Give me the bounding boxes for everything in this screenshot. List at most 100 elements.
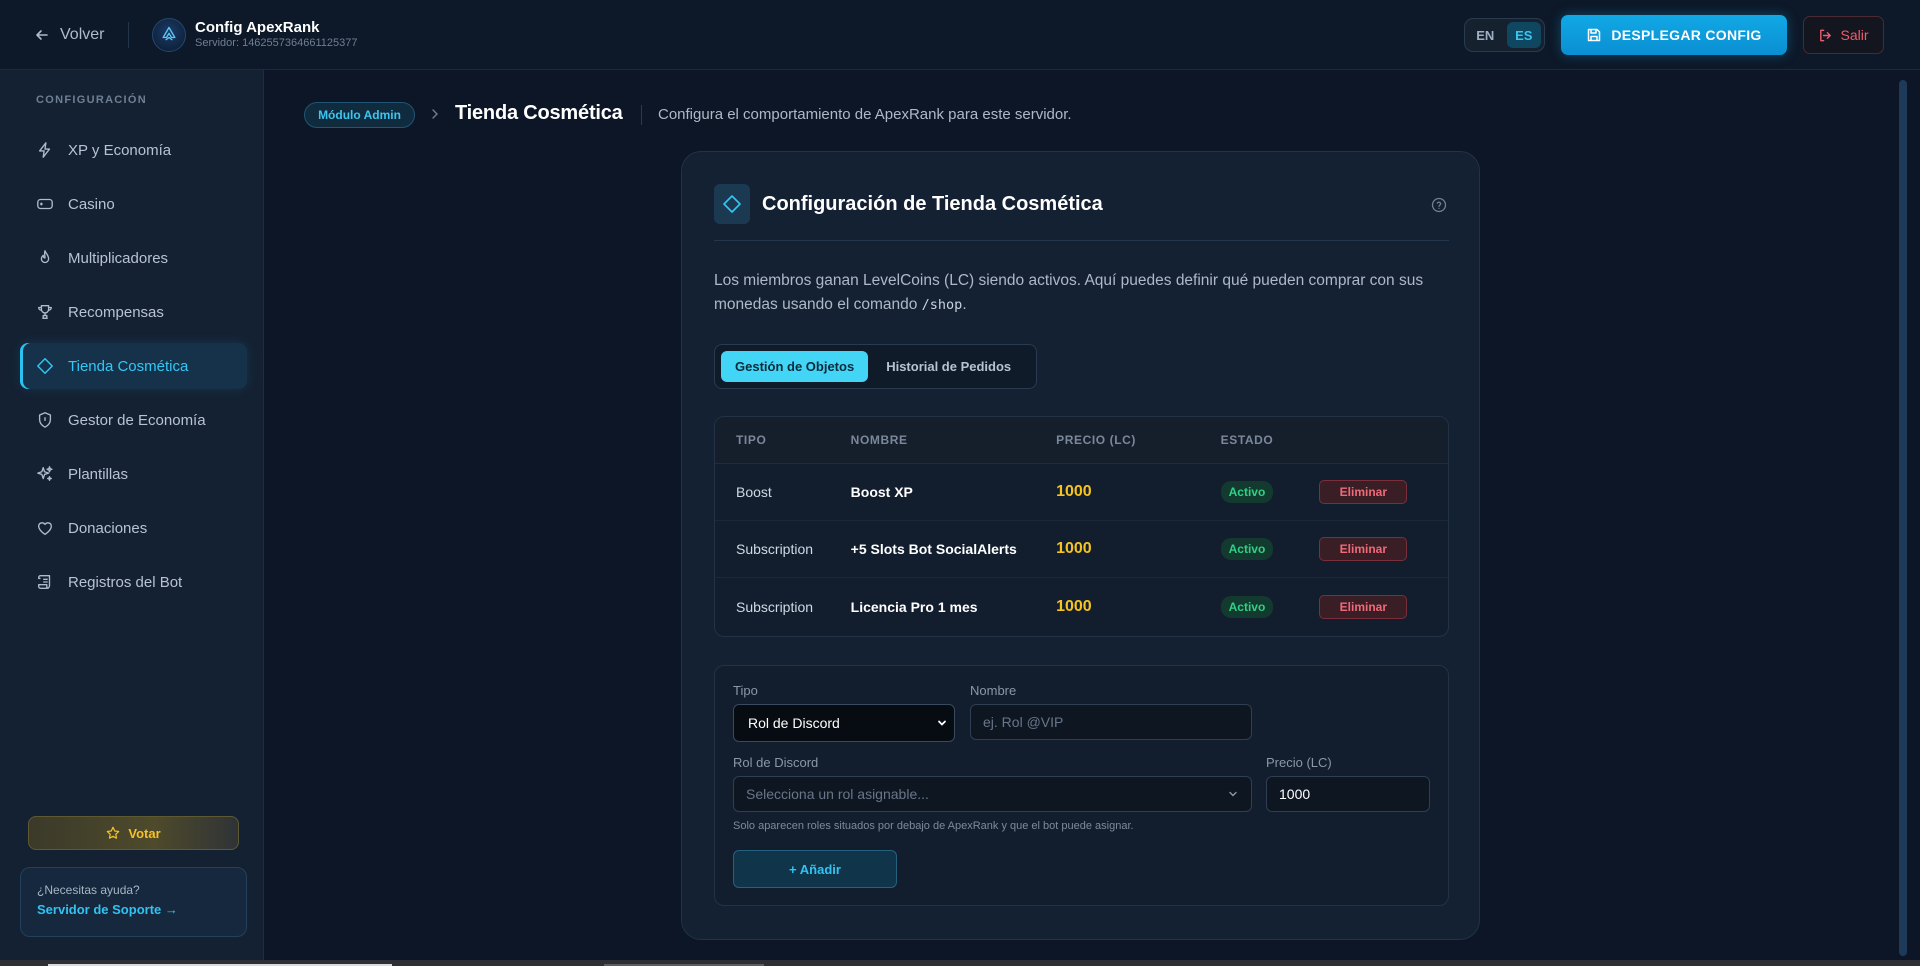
- item-type: Subscription: [736, 598, 814, 615]
- role-hint: Solo aparecen roles situados por debajo …: [733, 820, 1134, 832]
- scrollbar-thumb[interactable]: [1899, 80, 1907, 956]
- item-type: Boost: [736, 484, 772, 500]
- add-item-button[interactable]: + Añadir: [733, 850, 897, 888]
- name-input[interactable]: ej. Rol @VIP: [970, 704, 1252, 740]
- role-select[interactable]: Selecciona un rol asignable...: [733, 776, 1252, 812]
- diamond-icon: [714, 184, 750, 224]
- role-select-placeholder: Selecciona un rol asignable...: [746, 786, 929, 802]
- help-question: ¿Necesitas ayuda?: [37, 883, 140, 897]
- sidebar-item-label: Casino: [68, 195, 115, 213]
- sidebar-item-donaciones[interactable]: Donaciones: [20, 505, 247, 551]
- table-row: Boost Boost XP 1000 Activo Eliminar: [715, 464, 1448, 521]
- sparkles-icon: [37, 466, 53, 481]
- sidebar-item-label: Gestor de Economía: [68, 411, 206, 429]
- sidebar-item-casino[interactable]: Casino: [20, 181, 247, 227]
- bolt-icon: [38, 142, 51, 158]
- sidebar-item-label: Multiplicadores: [68, 249, 169, 267]
- vote-button[interactable]: Votar: [28, 816, 239, 850]
- sidebar-item-xp-economia[interactable]: XP y Economía: [20, 127, 247, 173]
- language-toggle: EN ES: [1464, 18, 1545, 52]
- delete-button[interactable]: Eliminar: [1319, 480, 1408, 504]
- logout-label: Salir: [1840, 27, 1869, 43]
- brand-title: Config ApexRank: [195, 19, 320, 36]
- column-header-tipo: TIPO: [736, 433, 767, 447]
- item-name: +5 Slots Bot SocialAlerts: [850, 541, 1017, 557]
- support-server-link[interactable]: Servidor de Soporte →: [37, 902, 230, 917]
- heart-icon: [38, 522, 52, 535]
- type-select-value: Rol de Discord: [748, 715, 840, 731]
- intro-text: Los miembros ganan LevelCoins (LC) siend…: [714, 272, 1424, 313]
- vote-label: Votar: [128, 825, 161, 841]
- status-badge: Activo: [1220, 538, 1274, 560]
- deploy-config-button[interactable]: DESPLEGAR CONFIG: [1561, 15, 1787, 55]
- chevron-down-icon: [938, 720, 946, 726]
- tab-gestion-objetos[interactable]: Gestión de Objetos: [721, 351, 869, 382]
- status-badge: Activo: [1220, 481, 1274, 503]
- help-circle-icon[interactable]: [1431, 197, 1447, 213]
- diamond-icon: [37, 358, 53, 374]
- trophy-icon: [38, 305, 52, 319]
- divider: [714, 240, 1449, 241]
- sidebar-item-label: Plantillas: [68, 465, 129, 483]
- tab-bar: Gestión de Objetos Historial de Pedidos: [714, 344, 1037, 389]
- type-label: Tipo: [733, 683, 758, 698]
- card-title: Configuración de Tienda Cosmética: [762, 193, 1103, 215]
- sidebar-item-label: XP y Economía: [68, 141, 172, 159]
- star-icon: [107, 826, 120, 839]
- column-header-estado: ESTADO: [1220, 433, 1274, 447]
- divider: [641, 105, 642, 125]
- sidebar-item-label: Recompensas: [68, 303, 164, 321]
- table-header: TIPO NOMBRE PRECIO (LC) ESTADO: [715, 417, 1448, 464]
- chevron-down-icon: [1229, 791, 1237, 797]
- sidebar-item-recompensas[interactable]: Recompensas: [20, 289, 247, 335]
- item-type: Subscription: [736, 541, 814, 557]
- delete-button[interactable]: Eliminar: [1319, 537, 1408, 561]
- add-item-form: Tipo Rol de Discord Nombre ej. Rol @VIP …: [714, 665, 1449, 906]
- item-price: 1000: [1056, 540, 1092, 557]
- back-button[interactable]: Volver: [34, 22, 104, 48]
- sidebar-item-plantillas[interactable]: Plantillas: [20, 451, 247, 497]
- deploy-label: DESPLEGAR CONFIG: [1611, 27, 1762, 43]
- table-row: Subscription +5 Slots Bot SocialAlerts 1…: [715, 521, 1448, 578]
- page-description: Configura el comportamiento de ApexRank …: [658, 106, 1072, 123]
- shop-config-card: Configuración de Tienda Cosmética Los mi…: [681, 151, 1480, 940]
- lang-es-button[interactable]: ES: [1506, 22, 1541, 48]
- top-bar: Volver Config ApexRank Servidor: 1462557…: [0, 0, 1920, 70]
- back-label: Volver: [60, 26, 105, 43]
- admin-module-badge[interactable]: Módulo Admin: [304, 102, 415, 128]
- item-price: 1000: [1056, 483, 1092, 500]
- column-header-nombre: NOMBRE: [850, 433, 908, 447]
- delete-button[interactable]: Eliminar: [1319, 594, 1408, 619]
- sidebar: CONFIGURACIÓN XP y Economía Casino Multi…: [0, 70, 264, 966]
- status-badge: Activo: [1220, 595, 1274, 618]
- card-intro: Los miembros ganan LevelCoins (LC) siend…: [714, 269, 1449, 317]
- sidebar-item-tienda-cosmetica[interactable]: Tienda Cosmética: [20, 343, 247, 389]
- logout-icon: [1820, 29, 1832, 41]
- logout-button[interactable]: Salir: [1803, 16, 1884, 54]
- items-table: TIPO NOMBRE PRECIO (LC) ESTADO Boost Boo…: [714, 416, 1449, 637]
- intro-end: .: [962, 296, 967, 313]
- save-icon: [1588, 28, 1601, 42]
- lang-en-button[interactable]: EN: [1468, 22, 1503, 48]
- price-input[interactable]: 1000: [1266, 776, 1430, 812]
- item-name: Boost XP: [850, 484, 913, 500]
- main-content: Módulo Admin Tienda Cosmética Configura …: [265, 70, 1920, 966]
- sidebar-item-label: Tienda Cosmética: [68, 357, 189, 375]
- scroll-icon: [38, 575, 51, 589]
- apexrank-logo-icon: [152, 18, 186, 52]
- arrow-left-icon: [36, 30, 48, 40]
- sidebar-item-multiplicadores[interactable]: Multiplicadores: [20, 235, 247, 281]
- type-select[interactable]: Rol de Discord: [733, 704, 955, 742]
- sidebar-item-registros-bot[interactable]: Registros del Bot: [20, 559, 247, 605]
- item-name: Licencia Pro 1 mes: [850, 598, 978, 615]
- shield-icon: [38, 412, 52, 428]
- item-price: 1000: [1056, 597, 1092, 615]
- sidebar-item-label: Registros del Bot: [68, 573, 183, 591]
- flame-icon: [40, 250, 50, 264]
- tab-historial-pedidos[interactable]: Historial de Pedidos: [872, 351, 1025, 382]
- help-box: ¿Necesitas ayuda? Servidor de Soporte →: [20, 867, 247, 937]
- table-row: Subscription Licencia Pro 1 mes 1000 Act…: [715, 578, 1448, 635]
- sidebar-item-gestor-economia[interactable]: Gestor de Economía: [20, 397, 247, 443]
- sidebar-heading: CONFIGURACIÓN: [36, 94, 148, 106]
- chevron-right-icon: [432, 109, 438, 119]
